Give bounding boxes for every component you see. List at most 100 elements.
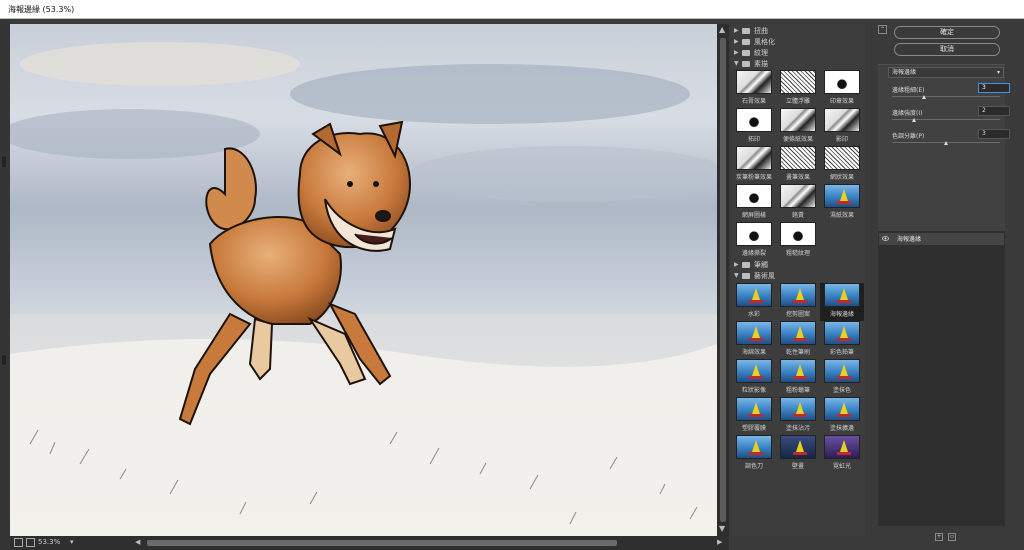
ok-button[interactable]: 確定 <box>894 26 1000 39</box>
filter-thumb[interactable]: 乾性筆刷 <box>776 321 820 359</box>
filter-preview <box>824 70 860 94</box>
edge-intensity-input[interactable]: 2 <box>978 106 1010 116</box>
filter-thumb[interactable]: 塗抹擴邊 <box>820 397 864 435</box>
filter-preview <box>824 321 860 345</box>
folder-icon <box>742 50 750 56</box>
scroll-left-arrow[interactable]: ◀ <box>135 538 140 546</box>
filter-thumb[interactable]: 濕紙效果 <box>820 184 864 222</box>
slider-knob[interactable] <box>922 95 927 99</box>
filter-preview <box>824 435 860 459</box>
filter-thumb[interactable]: 調色刀 <box>732 435 776 473</box>
filter-thumb[interactable]: 海綿效果 <box>732 321 776 359</box>
scroll-thumb[interactable] <box>720 38 726 522</box>
filter-thumb[interactable]: 壁畫 <box>776 435 820 473</box>
filter-preview <box>780 70 816 94</box>
filter-thumb[interactable]: 水彩 <box>732 283 776 321</box>
folder-icon <box>742 39 750 45</box>
preview-art <box>10 42 717 536</box>
filter-preview <box>780 222 816 246</box>
cancel-button[interactable]: 取消 <box>894 43 1000 56</box>
effect-layer-row[interactable]: 海報邊緣 <box>879 233 1004 245</box>
filter-thumb[interactable]: 石膏效果 <box>732 70 776 108</box>
slider-knob[interactable] <box>911 118 916 122</box>
filter-thumb[interactable]: 網屏圖樣 <box>732 184 776 222</box>
filter-thumb[interactable]: 粗糙紋理 <box>776 222 820 260</box>
edge-marker <box>2 157 6 167</box>
filter-preview <box>736 435 772 459</box>
filter-thumb[interactable]: 塗抹沾污 <box>776 397 820 435</box>
scroll-thumb[interactable] <box>147 540 617 546</box>
expand-arrow-icon: ▶ <box>734 261 739 268</box>
filter-preview <box>780 184 816 208</box>
category-artistic[interactable]: ▼ 藝術風 <box>731 271 865 281</box>
edge-thickness-input[interactable]: 3 <box>978 83 1010 93</box>
filter-preview <box>780 359 816 383</box>
zoom-dropdown[interactable]: ▾ <box>70 538 74 546</box>
preview-horizontal-scrollbar[interactable]: ◀ ▶ <box>135 538 725 547</box>
filter-thumb[interactable]: 印章效果 <box>820 70 864 108</box>
category-texture[interactable]: ▶ 紋理 <box>731 48 865 58</box>
category-stylize[interactable]: ▶ 風格化 <box>731 37 865 47</box>
filter-thumb[interactable]: 邊緣撕裂 <box>732 222 776 260</box>
filter-thumb[interactable]: 塗抹色 <box>820 359 864 397</box>
filter-preview <box>736 146 772 170</box>
category-sketch[interactable]: ▼ 素描 <box>731 59 865 69</box>
edge-marker <box>2 355 6 365</box>
eye-icon[interactable] <box>882 235 889 242</box>
filter-thumb[interactable]: 霓虹光 <box>820 435 864 473</box>
filter-preview <box>824 359 860 383</box>
filter-preview <box>824 397 860 421</box>
slider-knob[interactable] <box>944 141 948 145</box>
preview-status-bar: 53.3% ▾ ◀ ▶ <box>10 536 729 550</box>
delete-icon[interactable]: ▫ <box>948 533 956 541</box>
filter-preview <box>736 222 772 246</box>
filter-gallery: ▶ 扭曲 ▶ 風格化 ▶ 紋理 ▼ 素描 石膏效果 立體浮雕 印章效果 拓印 便… <box>731 24 865 536</box>
folder-icon <box>742 28 750 34</box>
filter-preview <box>736 70 772 94</box>
filter-thumb[interactable]: 拓印 <box>732 108 776 146</box>
folder-icon <box>742 273 750 279</box>
filter-thumb[interactable]: 畫筆效果 <box>776 146 820 184</box>
filter-thumb[interactable]: 鉻黃 <box>776 184 820 222</box>
slider-track[interactable] <box>892 96 1000 97</box>
filter-thumb[interactable]: 塑膠覆膜 <box>732 397 776 435</box>
filter-preview <box>824 283 860 307</box>
scroll-up-arrow[interactable]: ▲ <box>719 25 725 34</box>
zoom-level[interactable]: 53.3% <box>38 538 60 546</box>
new-layer-icon[interactable]: + <box>935 533 943 541</box>
filter-thumb[interactable]: 炭筆粉筆效果 <box>732 146 776 184</box>
param-edge-thickness: 邊緣粗細(E) 3 <box>892 83 1010 103</box>
expand-arrow-icon: ▶ <box>734 49 739 56</box>
filter-preview <box>824 146 860 170</box>
category-distort[interactable]: ▶ 扭曲 <box>731 26 865 36</box>
filter-thumb[interactable]: 影印 <box>820 108 864 146</box>
filter-thumb[interactable]: 立體浮雕 <box>776 70 820 108</box>
posterization-input[interactable]: 3 <box>978 129 1010 139</box>
filter-preview <box>736 283 772 307</box>
scroll-right-arrow[interactable]: ▶ <box>717 538 722 546</box>
filter-preview-image[interactable] <box>10 24 717 536</box>
filter-thumb[interactable]: 便條紙效果 <box>776 108 820 146</box>
filter-thumb[interactable]: 網狀效果 <box>820 146 864 184</box>
param-posterization: 色調分離(P) 3 <box>892 129 1010 149</box>
category-brush-strokes[interactable]: ▶ 筆觸 <box>731 260 865 270</box>
folder-icon <box>742 262 750 268</box>
filter-thumb[interactable]: 挖剪圖案 <box>776 283 820 321</box>
filter-select[interactable]: 海報邊緣 ▾ <box>888 67 1004 78</box>
scroll-down-arrow[interactable]: ▼ <box>719 524 725 533</box>
collapse-icon[interactable]: ⌃ <box>878 25 887 34</box>
filter-settings: 海報邊緣 ▾ 邊緣粗細(E) 3 邊緣強度(I) 2 色調分離(P) 3 <box>878 64 1010 236</box>
zoom-in-button[interactable] <box>26 538 35 547</box>
filter-thumb[interactable]: 粒狀影像 <box>732 359 776 397</box>
zoom-out-button[interactable] <box>14 538 23 547</box>
left-edge <box>0 19 10 550</box>
param-edge-intensity: 邊緣強度(I) 2 <box>892 106 1010 126</box>
slider-track[interactable] <box>892 119 1000 120</box>
filter-thumb[interactable]: 彩色鉛筆 <box>820 321 864 359</box>
filter-preview <box>780 146 816 170</box>
filter-thumb-selected[interactable]: 海報邊緣 <box>820 283 864 321</box>
filter-preview <box>780 283 816 307</box>
preview-vertical-scrollbar[interactable]: ▲ ▼ <box>717 24 729 536</box>
filter-preview <box>780 108 816 132</box>
filter-thumb[interactable]: 粗粉蠟筆 <box>776 359 820 397</box>
